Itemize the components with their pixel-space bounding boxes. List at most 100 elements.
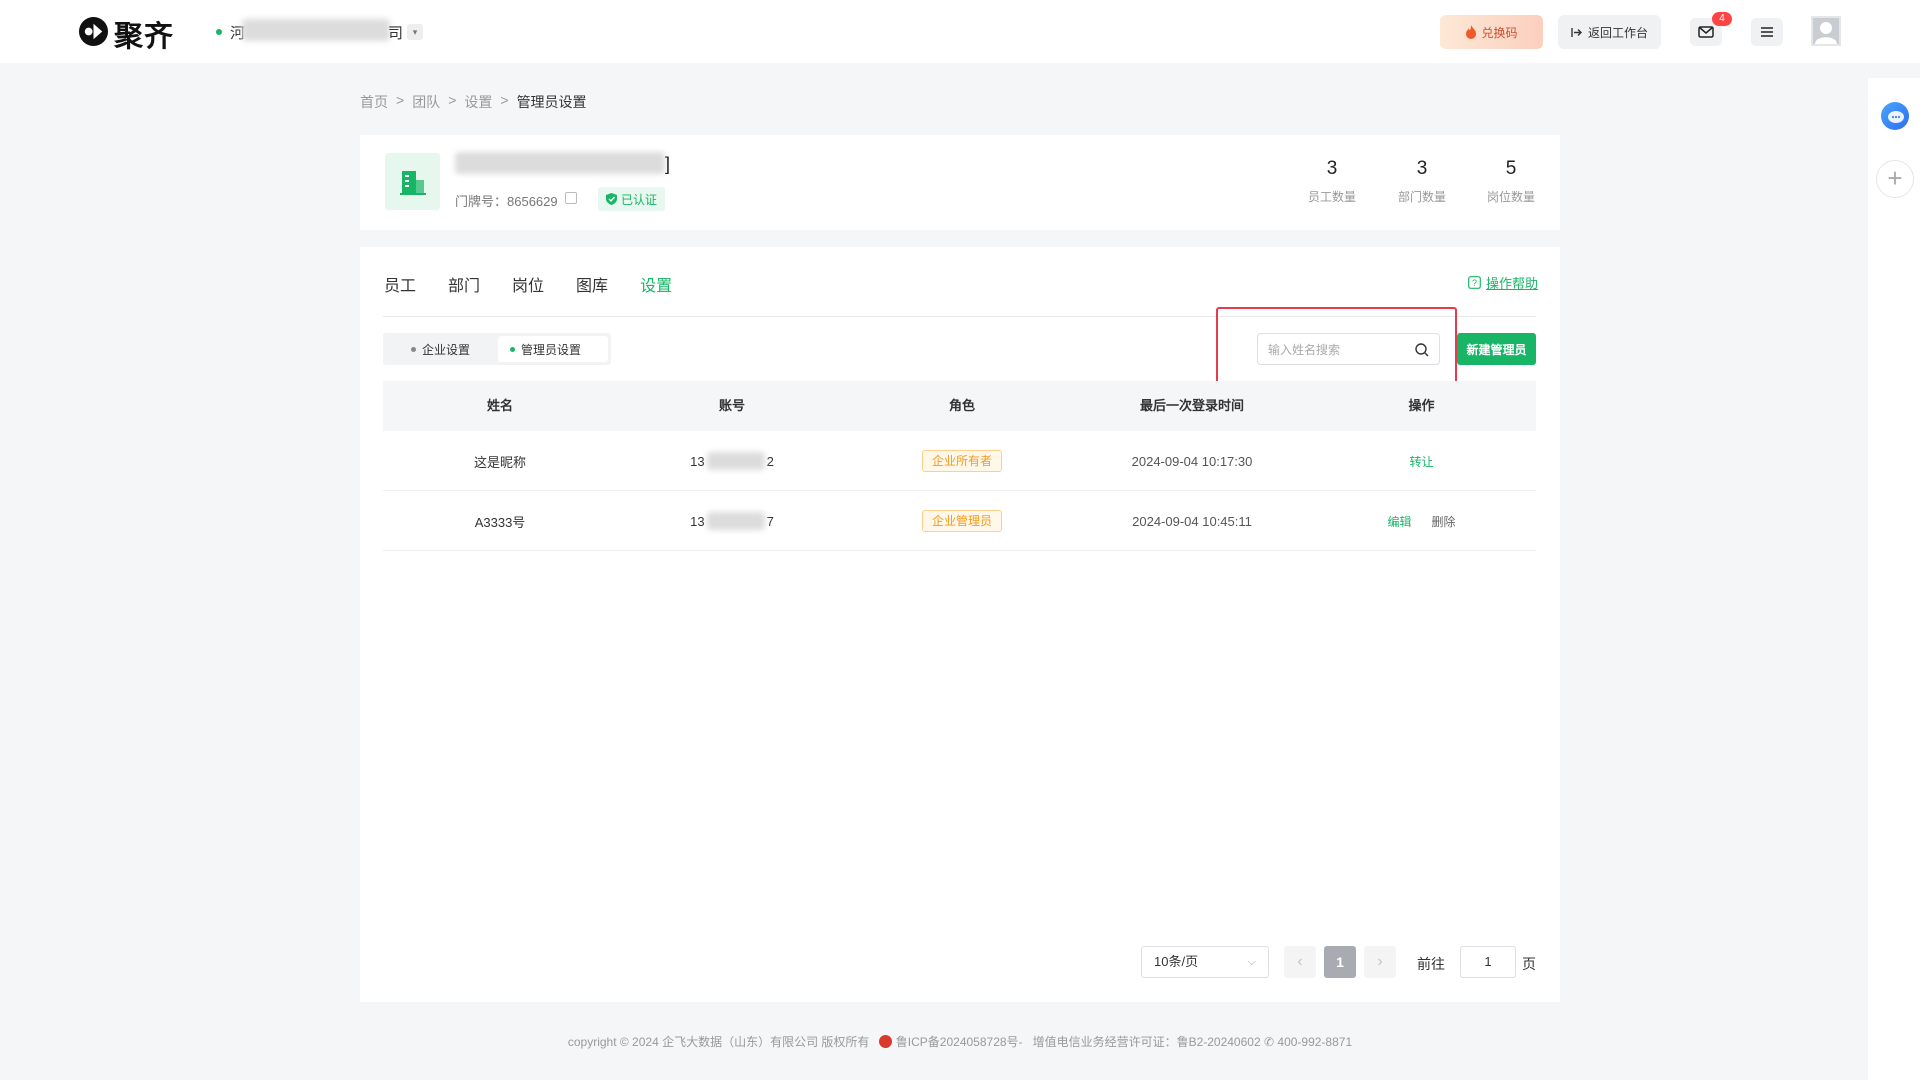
breadcrumb-separator: >	[448, 92, 457, 108]
footer-copyright: copyright © 2024 企飞大数据（山东）有限公司 版权所有	[567, 1035, 870, 1049]
cell-role: 企业管理员	[847, 491, 1077, 551]
stat-departments: 3 部门数量	[1387, 158, 1457, 205]
footer-icp[interactable]: 鲁ICP备2024058728号-	[896, 1035, 1023, 1049]
subtab-company-settings[interactable]: 企业设置	[399, 336, 482, 362]
page-size-value: 10条/页	[1154, 954, 1199, 969]
cell-last-login: 2024-09-04 10:45:11	[1132, 513, 1252, 529]
goto-page-input[interactable]: 1	[1460, 946, 1516, 978]
org-title-redacted	[455, 152, 665, 174]
tab-positions[interactable]: 岗位	[512, 272, 544, 296]
account-suffix: 2	[766, 453, 774, 469]
breadcrumb-current: 管理员设置	[516, 94, 587, 110]
account-redacted	[706, 512, 765, 530]
fire-icon	[1466, 25, 1477, 39]
next-page-button[interactable]: ›	[1364, 946, 1396, 978]
chevron-down-icon: ⌵	[1247, 956, 1256, 968]
hamburger-icon	[1761, 27, 1773, 37]
column-header-name: 姓名	[486, 398, 513, 413]
redeem-code-button[interactable]: 兑换码	[1440, 15, 1543, 49]
prev-page-button[interactable]: ‹	[1284, 946, 1316, 978]
tab-gallery[interactable]: 图库	[576, 272, 608, 296]
menu-button[interactable]	[1751, 18, 1783, 46]
footer: copyright © 2024 企飞大数据（山东）有限公司 版权所有 鲁ICP…	[360, 1033, 1560, 1050]
account-prefix: 13	[690, 513, 705, 529]
page-suffix-label: 页	[1522, 956, 1536, 972]
stat-positions: 5 岗位数量	[1476, 158, 1546, 205]
column-header-role: 角色	[948, 398, 975, 413]
table-row: A3333号 13 7 企业管理员 2024-09-04 10:45:11 编辑 删…	[383, 491, 1536, 551]
edit-button[interactable]: 编辑	[1387, 513, 1411, 530]
mail-unread-badge: 4	[1712, 12, 1732, 26]
breadcrumb-team[interactable]: 团队	[412, 92, 440, 112]
verified-label: 已认证	[621, 192, 658, 207]
org-switch-caret-icon[interactable]: ▾	[407, 24, 423, 40]
logo-text[interactable]: 聚齐	[114, 13, 174, 55]
building-icon	[399, 170, 426, 195]
delete-button[interactable]: 删除	[1432, 513, 1456, 530]
help-label: 操作帮助	[1486, 276, 1539, 291]
stat-departments-label: 部门数量	[1397, 190, 1446, 204]
tab-departments[interactable]: 部门	[448, 272, 480, 296]
mail-icon	[1698, 26, 1714, 38]
org-name-redacted	[242, 19, 390, 41]
account-prefix: 13	[690, 453, 705, 469]
cell-name: A3333号	[474, 514, 526, 530]
stat-employees-value: 3	[1326, 158, 1338, 179]
transfer-button[interactable]: 转让	[1409, 453, 1433, 470]
org-logo	[385, 153, 440, 210]
role-tag: 企业所有者	[921, 450, 1002, 472]
phone-icon: ✆	[1263, 1035, 1275, 1049]
breadcrumb-home[interactable]: 首页	[360, 92, 388, 112]
breadcrumb: 首页 > 团队 > 设置 > 管理员设置	[360, 92, 587, 112]
column-header-account: 账号	[718, 398, 745, 413]
org-name-end[interactable]: 司	[388, 22, 403, 43]
add-icon[interactable]: +	[1876, 160, 1914, 198]
footer-license: 增值电信业务经营许可证：鲁B2-20240602	[1032, 1035, 1261, 1049]
tab-employees[interactable]: 员工	[384, 272, 416, 296]
cell-name: 这是昵称	[473, 454, 526, 470]
verified-badge: 已认证	[598, 187, 666, 211]
page-number-current[interactable]: 1	[1324, 946, 1356, 978]
search-box[interactable]	[1257, 333, 1440, 365]
role-tag: 企业管理员	[921, 510, 1002, 532]
police-badge-icon	[879, 1035, 893, 1048]
org-status-dot	[216, 29, 222, 35]
page-size-select[interactable]: 10条/页 ⌵	[1141, 946, 1269, 978]
breadcrumb-separator: >	[500, 92, 509, 108]
tab-settings[interactable]: 设置	[640, 272, 672, 296]
breadcrumb-separator: >	[396, 92, 405, 108]
org-header-card	[360, 135, 1560, 230]
cell-last-login: 2024-09-04 10:17:30	[1131, 453, 1253, 469]
logo-icon[interactable]	[78, 16, 109, 47]
subtab-label: 管理员设置	[521, 342, 582, 357]
back-to-workspace-label: 返回工作台	[1587, 25, 1648, 40]
subtab-admin-settings[interactable]: 管理员设置	[498, 336, 608, 362]
help-link[interactable]: ? 操作帮助	[1468, 273, 1538, 292]
search-icon[interactable]	[1414, 342, 1430, 358]
cell-actions: 转让	[1307, 431, 1536, 491]
user-avatar[interactable]	[1811, 16, 1841, 46]
subtab-label: 企业设置	[422, 342, 471, 357]
footer-phone: 400-992-8871	[1277, 1035, 1353, 1049]
exit-arrow-icon	[1571, 27, 1582, 37]
add-admin-button[interactable]: 新建管理员	[1457, 333, 1536, 365]
account-suffix: 7	[766, 513, 774, 529]
column-header-last-login: 最后一次登录时间	[1139, 398, 1244, 413]
table-header: 姓名 账号 角色 最后一次登录时间 操作	[383, 381, 1536, 431]
goto-label: 前往	[1417, 956, 1445, 972]
stat-positions-value: 5	[1505, 158, 1517, 179]
copy-icon[interactable]	[565, 192, 577, 204]
stat-employees-label: 员工数量	[1307, 190, 1356, 204]
subtab-dot	[411, 346, 416, 352]
cell-account: 13 7	[617, 491, 847, 551]
redeem-code-label: 兑换码	[1481, 25, 1518, 40]
svg-text:?: ?	[1472, 278, 1477, 288]
stat-positions-label: 岗位数量	[1486, 190, 1535, 204]
back-to-workspace-button[interactable]: 返回工作台	[1558, 15, 1661, 49]
stat-departments-value: 3	[1416, 158, 1428, 179]
chat-assistant-icon[interactable]	[1881, 102, 1909, 130]
stat-employees: 3 员工数量	[1297, 158, 1367, 205]
search-input[interactable]	[1268, 341, 1408, 359]
breadcrumb-settings[interactable]: 设置	[464, 92, 492, 112]
subtab-dot	[510, 346, 515, 352]
